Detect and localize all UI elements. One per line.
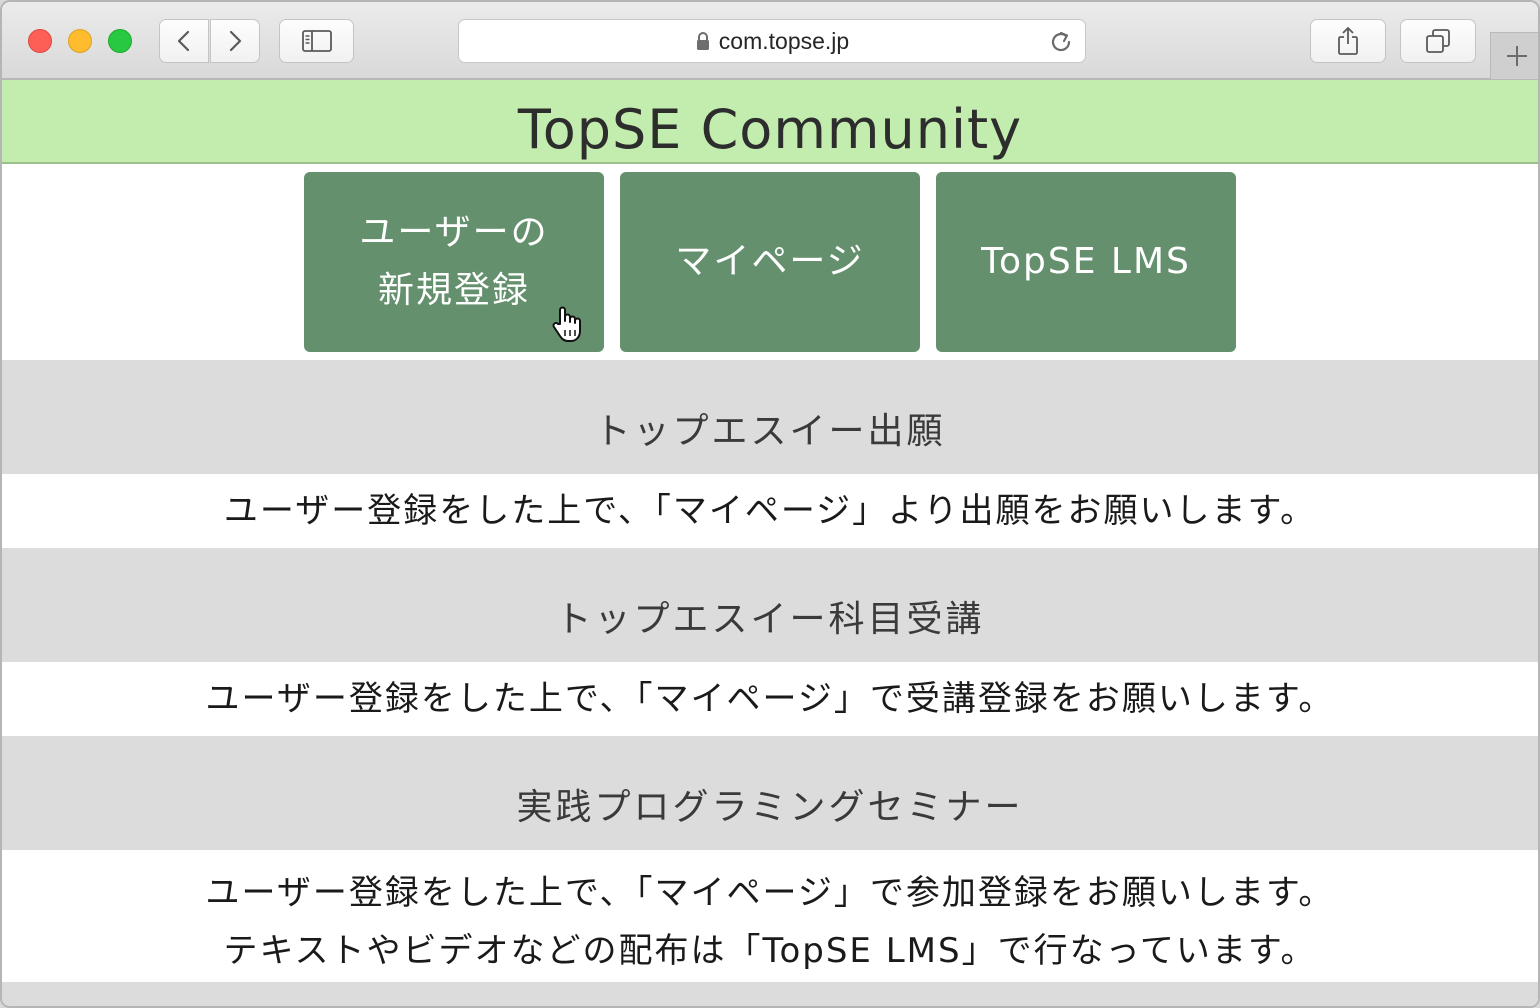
mypage-button[interactable]: マイページ bbox=[620, 172, 920, 352]
register-label-line2: 新規登録 bbox=[377, 270, 530, 311]
forward-button[interactable] bbox=[210, 19, 260, 63]
section-body-course: ユーザー登録をした上で、「マイページ」で受講登録をお願いします。 bbox=[2, 662, 1538, 736]
close-window-button[interactable] bbox=[28, 29, 52, 53]
address-bar[interactable]: com.topse.jp bbox=[458, 19, 1086, 63]
site-header: TopSE Community bbox=[2, 80, 1538, 164]
share-icon bbox=[1338, 27, 1358, 55]
seminar-body-line2: テキストやビデオなどの配布は「TopSE LMS」で行なっています。 bbox=[223, 931, 1317, 971]
lock-icon bbox=[696, 32, 709, 50]
section-body-application: ユーザー登録をした上で、「マイページ」より出願をお願いします。 bbox=[2, 474, 1538, 548]
section-body-seminar: ユーザー登録をした上で、「マイページ」で参加登録をお願いします。 テキストやビデ… bbox=[2, 850, 1538, 982]
chevron-left-icon bbox=[177, 30, 190, 52]
maximize-window-button[interactable] bbox=[108, 29, 132, 53]
section-heading-application: トップエスイー出願 bbox=[2, 360, 1538, 474]
browser-window: com.topse.jp TopSE Community ユーザーの 新規登録 … bbox=[0, 0, 1540, 1008]
tabs-icon bbox=[1426, 29, 1450, 53]
page-footer-strip bbox=[2, 982, 1538, 1006]
tab-overview-button[interactable] bbox=[1400, 19, 1476, 63]
share-button[interactable] bbox=[1310, 19, 1386, 63]
seminar-body-line1: ユーザー登録をした上で、「マイページ」で参加登録をお願いします。 bbox=[205, 873, 1335, 913]
url-text: com.topse.jp bbox=[718, 27, 850, 54]
register-label-line1: ユーザーの bbox=[359, 212, 549, 253]
hand-pointer-icon bbox=[552, 306, 581, 342]
section-heading-course: トップエスイー科目受講 bbox=[2, 548, 1538, 662]
mypage-label: マイページ bbox=[675, 241, 865, 282]
minimize-window-button[interactable] bbox=[68, 29, 92, 53]
section-heading-seminar: 実践プログラミングセミナー bbox=[2, 736, 1538, 850]
reload-icon[interactable] bbox=[1047, 28, 1075, 56]
lms-label: TopSE LMS bbox=[981, 241, 1191, 282]
site-title: TopSE Community bbox=[517, 97, 1023, 161]
chevron-right-icon bbox=[229, 30, 242, 52]
plus-icon bbox=[1507, 46, 1527, 66]
sidebar-toggle-button[interactable] bbox=[279, 19, 354, 63]
new-tab-button[interactable] bbox=[1490, 32, 1538, 79]
main-nav: ユーザーの 新規登録 マイページ TopSE LMS bbox=[2, 164, 1538, 360]
page-content: TopSE Community ユーザーの 新規登録 マイページ TopSE L… bbox=[2, 80, 1538, 1006]
sidebar-icon bbox=[301, 30, 332, 52]
browser-toolbar: com.topse.jp bbox=[2, 2, 1538, 80]
back-button[interactable] bbox=[159, 19, 209, 63]
topse-lms-button[interactable]: TopSE LMS bbox=[936, 172, 1236, 352]
